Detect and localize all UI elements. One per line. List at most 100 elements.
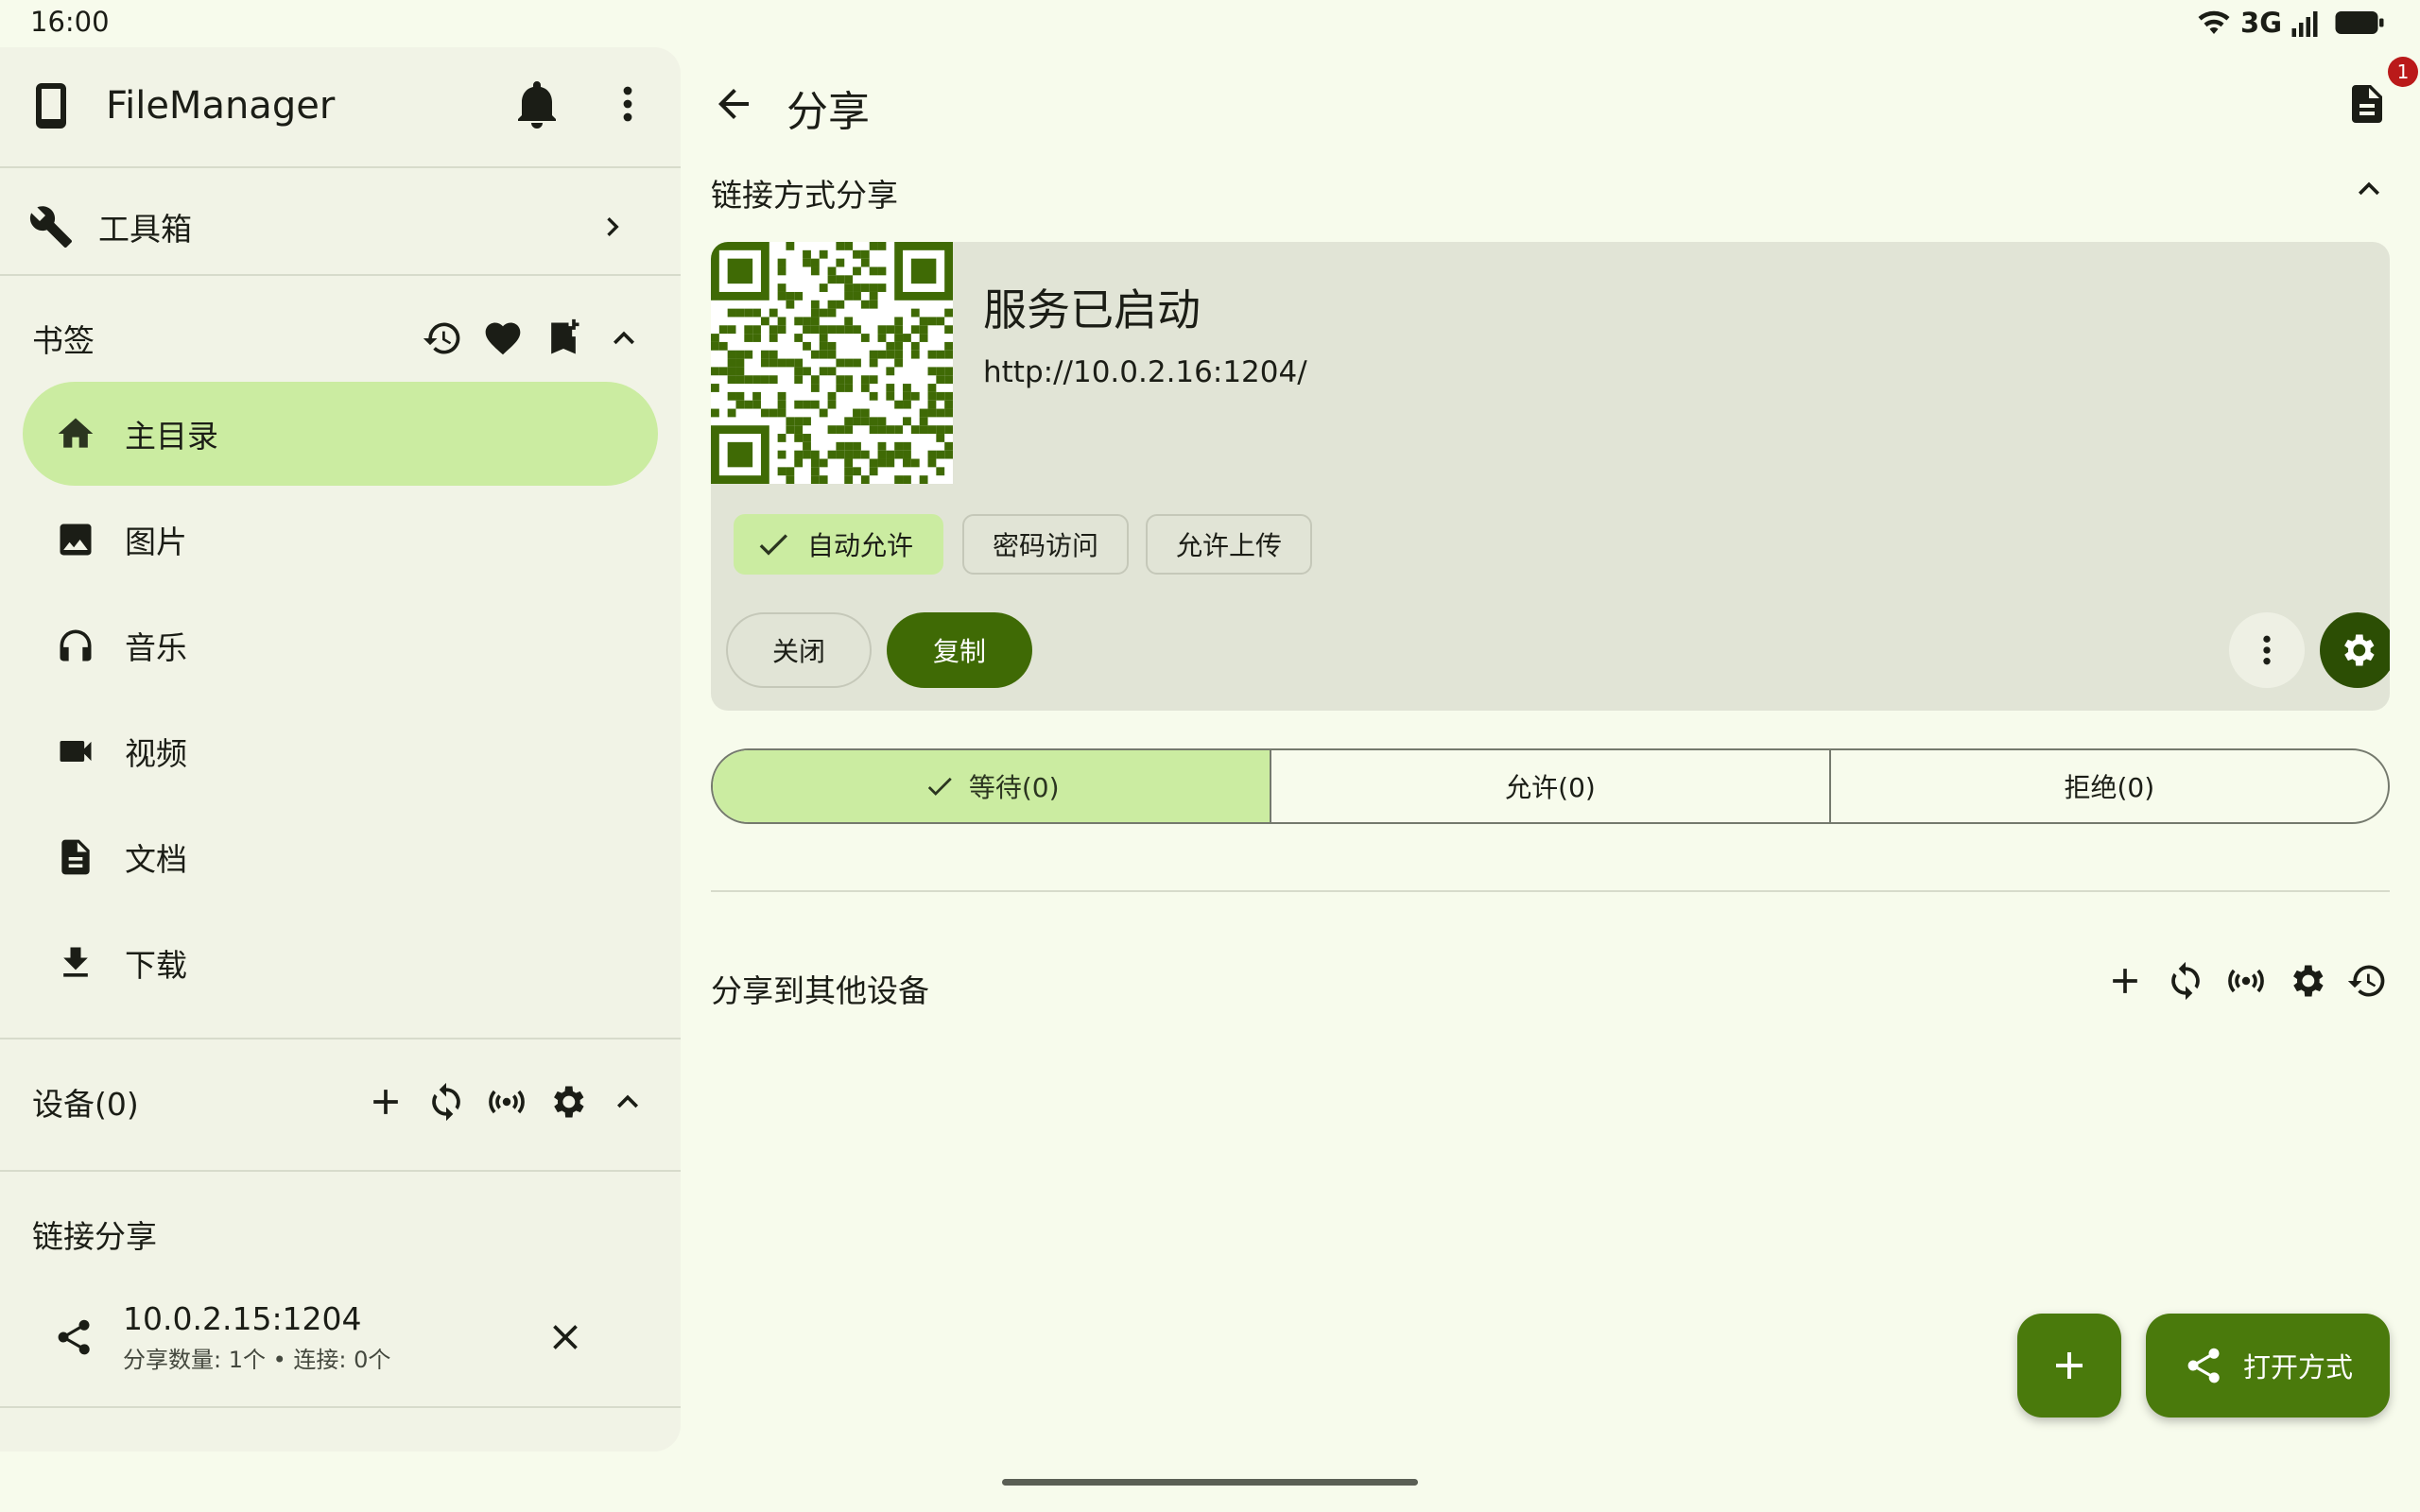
chevron-right-icon	[594, 208, 631, 246]
nav-item-downloads[interactable]: 下载	[23, 911, 658, 1015]
nav-item-documents[interactable]: 文档	[23, 805, 658, 909]
page-title: 分享	[786, 88, 870, 136]
copy-button[interactable]: 复制	[887, 612, 1032, 688]
chip-label: 密码访问	[993, 530, 1099, 561]
open-with-fab-button[interactable]: 打开方式	[2146, 1314, 2390, 1418]
drawer-header: FileManager	[0, 76, 681, 136]
fab-label: 打开方式	[2242, 1351, 2353, 1383]
signal-icon	[2291, 9, 2324, 37]
service-settings-button[interactable]	[2320, 612, 2390, 688]
headphones-icon	[55, 625, 96, 666]
download-icon	[55, 942, 96, 984]
gesture-navigation-bar[interactable]	[1002, 1479, 1418, 1486]
add-icon[interactable]	[2104, 960, 2146, 1002]
link-share-header: 链接分享	[0, 1204, 681, 1264]
divider	[0, 1170, 681, 1172]
divider	[0, 1038, 681, 1040]
connection-filter-tabs: 等待(0) 允许(0) 拒绝(0)	[711, 748, 2390, 824]
auto-allow-chip[interactable]: 自动允许	[734, 514, 944, 575]
qr-code	[711, 242, 953, 484]
more-vert-icon[interactable]	[605, 81, 650, 127]
share-entry[interactable]: 10.0.2.15:1204 分享数量: 1个 • 连接: 0个	[0, 1285, 681, 1389]
phone-icon	[32, 83, 70, 129]
check-icon	[754, 525, 792, 563]
settings-gear-icon	[2337, 629, 2378, 671]
nav-item-home[interactable]: 主目录	[23, 382, 658, 486]
password-access-chip[interactable]: 密码访问	[962, 514, 1130, 575]
close-icon[interactable]	[544, 1316, 586, 1358]
devices-header: 设备(0)	[0, 1072, 681, 1132]
service-url[interactable]: http://10.0.2.16:1204/	[983, 355, 1307, 389]
tab-waiting[interactable]: 等待(0)	[713, 750, 1270, 822]
wrench-icon	[28, 204, 74, 249]
chip-label: 自动允许	[807, 530, 914, 561]
close-service-button[interactable]: 关闭	[726, 612, 872, 688]
share-service-card: 服务已启动 http://10.0.2.16:1204/ 自动允许 密码访问 允…	[711, 242, 2390, 711]
nav-item-label: 视频	[125, 735, 187, 772]
notification-badge: 1	[2388, 57, 2418, 87]
image-icon	[55, 519, 96, 560]
main-content: 分享 1 链接方式分享 服务已启动 http://10.0.2.16:1204/…	[681, 47, 2420, 1452]
notifications-bell-icon[interactable]	[514, 79, 560, 129]
history-icon[interactable]	[422, 318, 463, 359]
devices-actions	[365, 1081, 648, 1123]
add-icon[interactable]	[365, 1081, 406, 1123]
nav-item-label: 图片	[125, 524, 187, 560]
history-icon[interactable]	[2346, 960, 2388, 1002]
wifi-icon	[2197, 9, 2231, 37]
tab-allowed[interactable]: 允许(0)	[1270, 750, 1828, 822]
document-icon	[55, 836, 96, 878]
nav-item-label: 音乐	[125, 629, 187, 666]
network-type: 3G	[2240, 7, 2282, 39]
bookmarks-header: 书签	[0, 308, 681, 369]
chevron-up-icon[interactable]	[607, 1081, 648, 1123]
divider	[0, 1406, 681, 1408]
share-detail: 分享数量: 1个 • 连接: 0个	[123, 1347, 391, 1373]
share-entry-text: 10.0.2.15:1204 分享数量: 1个 • 连接: 0个	[123, 1300, 390, 1374]
nav-item-videos[interactable]: 视频	[23, 699, 658, 803]
settings-gear-icon[interactable]	[2286, 960, 2327, 1002]
link-share-label: 链接分享	[32, 1218, 157, 1255]
share-icon	[2183, 1345, 2224, 1386]
back-arrow-icon[interactable]	[711, 81, 756, 127]
allow-upload-chip[interactable]: 允许上传	[1146, 514, 1313, 575]
broadcast-icon[interactable]	[2225, 960, 2267, 1002]
settings-gear-icon[interactable]	[546, 1081, 588, 1123]
home-icon	[55, 413, 96, 455]
bookmarks-actions	[422, 318, 645, 359]
broadcast-icon[interactable]	[486, 1081, 527, 1123]
chip-label: 允许上传	[1176, 530, 1283, 561]
share-address: 10.0.2.15:1204	[123, 1300, 362, 1337]
share-icon	[53, 1316, 95, 1358]
battery-icon	[2333, 9, 2386, 37]
navigation-drawer: FileManager 工具箱 书签 主目录 图片 音乐 视频 文档 下载 设备…	[0, 47, 681, 1452]
status-time: 16:00	[30, 6, 110, 38]
chevron-up-icon[interactable]	[2348, 168, 2390, 210]
nav-item-images[interactable]: 图片	[23, 488, 658, 592]
chevron-up-icon[interactable]	[603, 318, 645, 359]
sync-icon[interactable]	[425, 1081, 467, 1123]
nav-item-label: 主目录	[125, 418, 218, 455]
link-section-label: 链接方式分享	[711, 177, 898, 214]
favorite-heart-icon[interactable]	[482, 318, 524, 359]
tab-label: 允许(0)	[1505, 772, 1596, 803]
bookmark-add-icon[interactable]	[543, 318, 584, 359]
other-devices-actions	[2104, 960, 2388, 1002]
app-title: FileManager	[106, 84, 336, 128]
toolbox-row[interactable]: 工具箱	[0, 168, 681, 285]
toolbox-label: 工具箱	[98, 211, 192, 248]
sync-icon[interactable]	[2165, 960, 2206, 1002]
devices-label: 设备(0)	[32, 1086, 139, 1123]
check-icon	[924, 770, 956, 802]
divider	[0, 274, 681, 276]
other-devices-label: 分享到其他设备	[711, 972, 929, 1009]
add-fab-button[interactable]	[2017, 1314, 2121, 1418]
tab-label: 拒绝(0)	[2064, 772, 2155, 803]
service-status: 服务已启动	[983, 284, 1201, 335]
bookmarks-label: 书签	[32, 322, 95, 359]
log-document-icon[interactable]	[2344, 81, 2390, 127]
tab-rejected[interactable]: 拒绝(0)	[1828, 750, 2388, 822]
nav-item-label: 文档	[125, 841, 187, 878]
nav-item-music[interactable]: 音乐	[23, 593, 658, 697]
more-options-button[interactable]	[2229, 612, 2305, 688]
